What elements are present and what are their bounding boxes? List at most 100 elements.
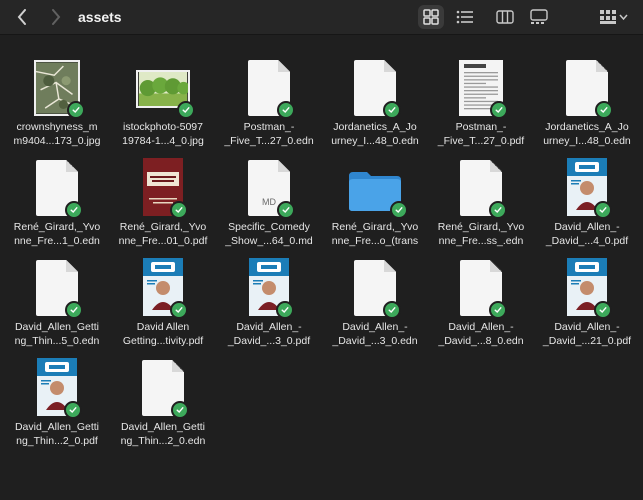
file-thumbnail xyxy=(561,154,613,219)
check-icon xyxy=(388,307,396,314)
sync-status-badge xyxy=(177,101,195,119)
gallery-view-icon xyxy=(530,9,548,24)
file-item[interactable]: David_Allen_- _David_...8_0.edn xyxy=(428,244,534,347)
file-thumbnail xyxy=(137,354,189,419)
sync-status-badge xyxy=(277,201,295,219)
sync-status-badge xyxy=(65,201,83,219)
file-item[interactable]: istockphoto-5097 19784-1...4_0.jpg xyxy=(110,44,216,147)
sync-status-badge xyxy=(171,401,189,419)
file-thumbnail xyxy=(136,54,195,119)
list-view-button[interactable] xyxy=(452,5,478,29)
sync-status-badge xyxy=(383,101,401,119)
sync-status-badge xyxy=(489,201,507,219)
sync-status-badge xyxy=(489,301,507,319)
check-icon xyxy=(388,107,396,114)
file-item[interactable]: René_Girard,_Yvo nne_Fre...ss_.edn xyxy=(428,144,534,247)
file-item[interactable]: David_Allen_Getti ng_Thin...2_0.pdf xyxy=(4,344,110,447)
column-view-button[interactable] xyxy=(492,5,518,29)
group-by-menu-button[interactable] xyxy=(596,5,632,29)
window-title: assets xyxy=(78,9,122,25)
sync-status-badge xyxy=(276,301,294,319)
file-item[interactable]: David_Allen_Getti ng_Thin...2_0.edn xyxy=(110,344,216,447)
check-icon xyxy=(494,307,502,314)
file-item[interactable]: Jordanetics_A_Jo urney_I...48_0.edn xyxy=(534,44,640,147)
file-item[interactable]: David Allen Getting...tivity.pdf xyxy=(110,244,216,347)
toolbar: assets xyxy=(0,0,643,35)
file-item[interactable]: David_Allen_- _David_...4_0.pdf xyxy=(534,144,640,247)
chevron-left-icon xyxy=(17,9,26,25)
gallery-view-button[interactable] xyxy=(526,5,552,29)
check-icon xyxy=(182,107,190,114)
check-icon xyxy=(599,207,607,214)
file-thumbnail xyxy=(349,154,408,219)
check-icon xyxy=(176,407,184,414)
file-item[interactable]: Postman_- _Five_T...27_0.pdf xyxy=(428,44,534,147)
file-item[interactable]: MD Specific_Comedy _Show_...64_0.md xyxy=(216,144,322,247)
sync-status-badge xyxy=(170,301,188,319)
file-thumbnail xyxy=(137,154,189,219)
file-item[interactable]: David_Allen_- _David_...3_0.edn xyxy=(322,244,428,347)
file-grid: crownshyness_m m9404...173_0.jpg istockph… xyxy=(0,44,643,447)
file-name: David_Allen_- _David_...21_0.pdf xyxy=(542,321,632,347)
icon-view-button[interactable] xyxy=(418,5,444,29)
file-thumbnail xyxy=(31,154,83,219)
check-icon xyxy=(70,307,78,314)
file-name: David_Allen_Getti ng_Thin...2_0.pdf xyxy=(14,421,100,447)
file-thumbnail xyxy=(455,254,507,319)
file-thumbnail xyxy=(455,54,508,119)
file-thumbnail xyxy=(31,54,85,119)
check-icon xyxy=(175,207,183,214)
forward-button[interactable] xyxy=(46,5,66,29)
sync-status-badge xyxy=(383,301,401,319)
check-icon xyxy=(599,307,607,314)
chevron-right-icon xyxy=(52,9,61,25)
file-item[interactable]: crownshyness_m m9404...173_0.jpg xyxy=(4,44,110,147)
file-thumbnail xyxy=(561,54,613,119)
check-icon xyxy=(600,107,608,114)
file-thumbnail xyxy=(31,354,83,419)
file-name: David_Allen_- _David_...8_0.edn xyxy=(438,321,524,347)
file-thumbnail xyxy=(349,54,401,119)
list-view-icon xyxy=(456,10,473,24)
file-item[interactable]: David_Allen_- _David_...21_0.pdf xyxy=(534,244,640,347)
file-item[interactable]: Jordanetics_A_Jo urney_I...48_0.edn xyxy=(322,44,428,147)
sync-status-badge xyxy=(277,101,295,119)
check-icon xyxy=(175,307,183,314)
file-name: David_Allen_Getti ng_Thin...2_0.edn xyxy=(120,421,206,447)
check-icon xyxy=(69,407,77,414)
sync-status-badge xyxy=(490,101,508,119)
file-name: David_Allen_- _David_...3_0.pdf xyxy=(227,321,311,347)
back-button[interactable] xyxy=(12,5,32,29)
file-thumbnail xyxy=(31,254,83,319)
check-icon xyxy=(281,307,289,314)
sync-status-badge xyxy=(64,401,82,419)
sync-status-badge xyxy=(170,201,188,219)
file-thumbnail: MD xyxy=(243,154,295,219)
check-icon xyxy=(395,207,403,214)
check-icon xyxy=(495,107,503,114)
file-item[interactable]: David_Allen_Getti ng_Thin...5_0.edn xyxy=(4,244,110,347)
folder-item[interactable]: René_Girard,_Yvo nne_Fre...o_(trans xyxy=(322,144,428,247)
sync-status-badge xyxy=(594,301,612,319)
file-name: David_Allen_- _David_...3_0.edn xyxy=(332,321,418,347)
check-icon xyxy=(494,207,502,214)
check-icon xyxy=(70,207,78,214)
file-item[interactable]: Postman_- _Five_T...27_0.edn xyxy=(216,44,322,147)
sync-status-badge xyxy=(595,101,613,119)
group-menu-icon xyxy=(600,10,628,24)
sync-status-badge xyxy=(67,101,85,119)
check-icon xyxy=(282,207,290,214)
check-icon xyxy=(282,107,290,114)
file-item[interactable]: David_Allen_- _David_...3_0.pdf xyxy=(216,244,322,347)
file-item[interactable]: René_Girard,_Yvo nne_Fre...01_0.pdf xyxy=(110,144,216,247)
check-icon xyxy=(72,107,80,114)
file-thumbnail xyxy=(243,54,295,119)
file-thumbnail xyxy=(561,254,613,319)
file-thumbnail xyxy=(137,254,189,319)
sync-status-badge xyxy=(65,301,83,319)
sync-status-badge xyxy=(390,201,408,219)
file-thumbnail xyxy=(243,254,295,319)
grid-view-icon xyxy=(423,9,439,25)
sync-status-badge xyxy=(594,201,612,219)
file-item[interactable]: René_Girard,_Yvo nne_Fre...1_0.edn xyxy=(4,144,110,247)
